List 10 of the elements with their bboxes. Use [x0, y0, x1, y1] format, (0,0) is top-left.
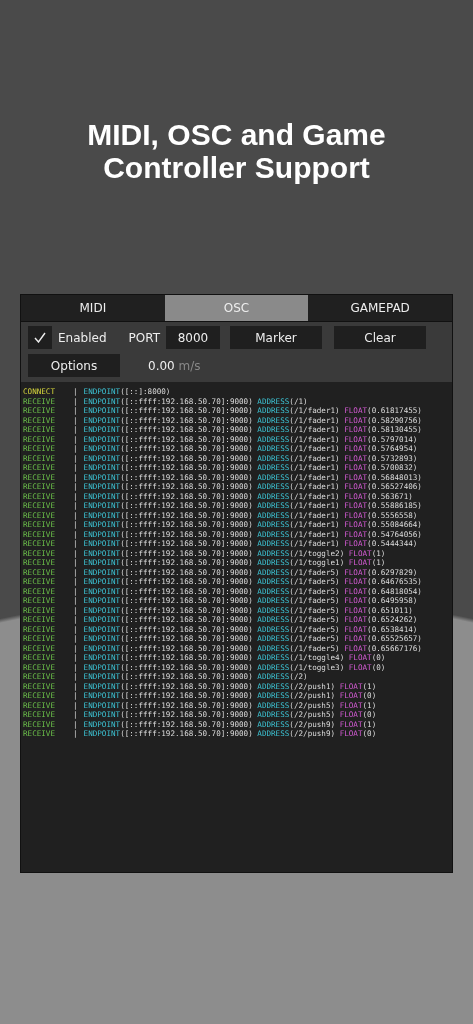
speed-reading: 0.00 m/s: [148, 358, 201, 373]
check-icon: [34, 332, 46, 343]
enabled-label: Enabled: [58, 330, 107, 345]
headline: MIDI, OSC and Game Controller Support: [86, 118, 387, 184]
enabled-checkbox[interactable]: [28, 326, 52, 349]
port-label: PORT: [128, 330, 160, 345]
action-button[interactable]: Clear: [334, 326, 426, 349]
port-field[interactable]: 8000: [166, 326, 220, 349]
options-button[interactable]: Options: [28, 354, 120, 377]
action-button[interactable]: Marker: [230, 326, 322, 349]
